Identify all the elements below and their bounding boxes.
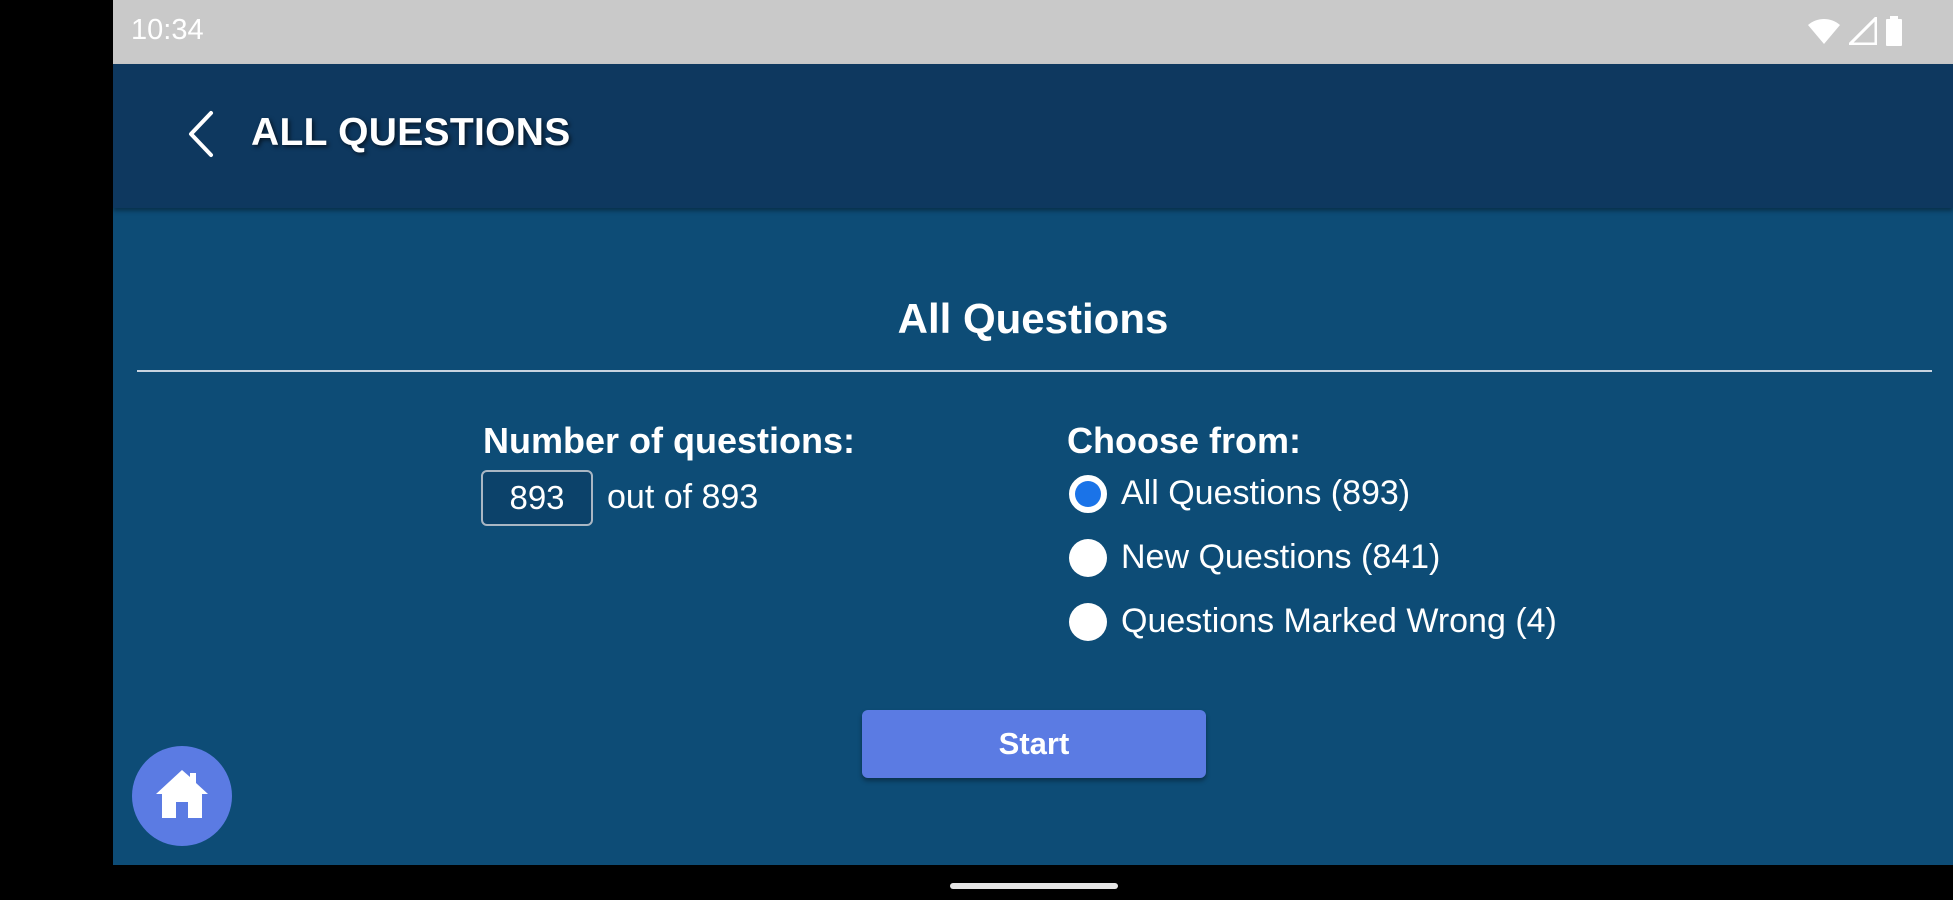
option-label: Questions Marked Wrong (4) bbox=[1121, 602, 1557, 640]
status-icons bbox=[1807, 16, 1903, 46]
chevron-left-icon bbox=[185, 110, 215, 163]
start-button[interactable]: Start bbox=[862, 710, 1206, 778]
home-button[interactable] bbox=[132, 746, 232, 846]
gesture-handle[interactable] bbox=[950, 883, 1118, 889]
question-count-input[interactable] bbox=[481, 470, 593, 526]
option-new-questions[interactable]: New Questions (841) bbox=[1069, 538, 1440, 577]
radio-button-selected[interactable] bbox=[1069, 474, 1107, 513]
radio-button[interactable] bbox=[1069, 602, 1107, 641]
cell-signal-icon bbox=[1849, 17, 1877, 45]
divider bbox=[137, 370, 1932, 372]
option-all-questions[interactable]: All Questions (893) bbox=[1069, 474, 1410, 513]
wifi-icon bbox=[1807, 17, 1841, 45]
page-title: ALL QUESTIONS bbox=[251, 111, 571, 154]
home-icon bbox=[154, 768, 210, 825]
section-title: All Questions bbox=[897, 295, 1169, 342]
choose-from-label: Choose from: bbox=[1067, 420, 1301, 461]
number-of-questions-label: Number of questions: bbox=[483, 420, 856, 461]
out-of-text: out of 893 bbox=[607, 478, 759, 516]
option-marked-wrong[interactable]: Questions Marked Wrong (4) bbox=[1069, 602, 1557, 641]
battery-icon bbox=[1885, 16, 1903, 46]
system-nav-bar bbox=[0, 865, 1953, 900]
option-label: New Questions (841) bbox=[1121, 538, 1441, 576]
option-label: All Questions (893) bbox=[1121, 474, 1411, 512]
app-screen: 10:34 ALL QUESTIONS All Questions Number… bbox=[113, 0, 1953, 865]
app-bar: ALL QUESTIONS bbox=[113, 64, 1953, 208]
radio-button[interactable] bbox=[1069, 538, 1107, 577]
status-bar: 10:34 bbox=[113, 0, 1953, 64]
back-button[interactable] bbox=[175, 110, 225, 162]
status-time: 10:34 bbox=[131, 14, 204, 46]
